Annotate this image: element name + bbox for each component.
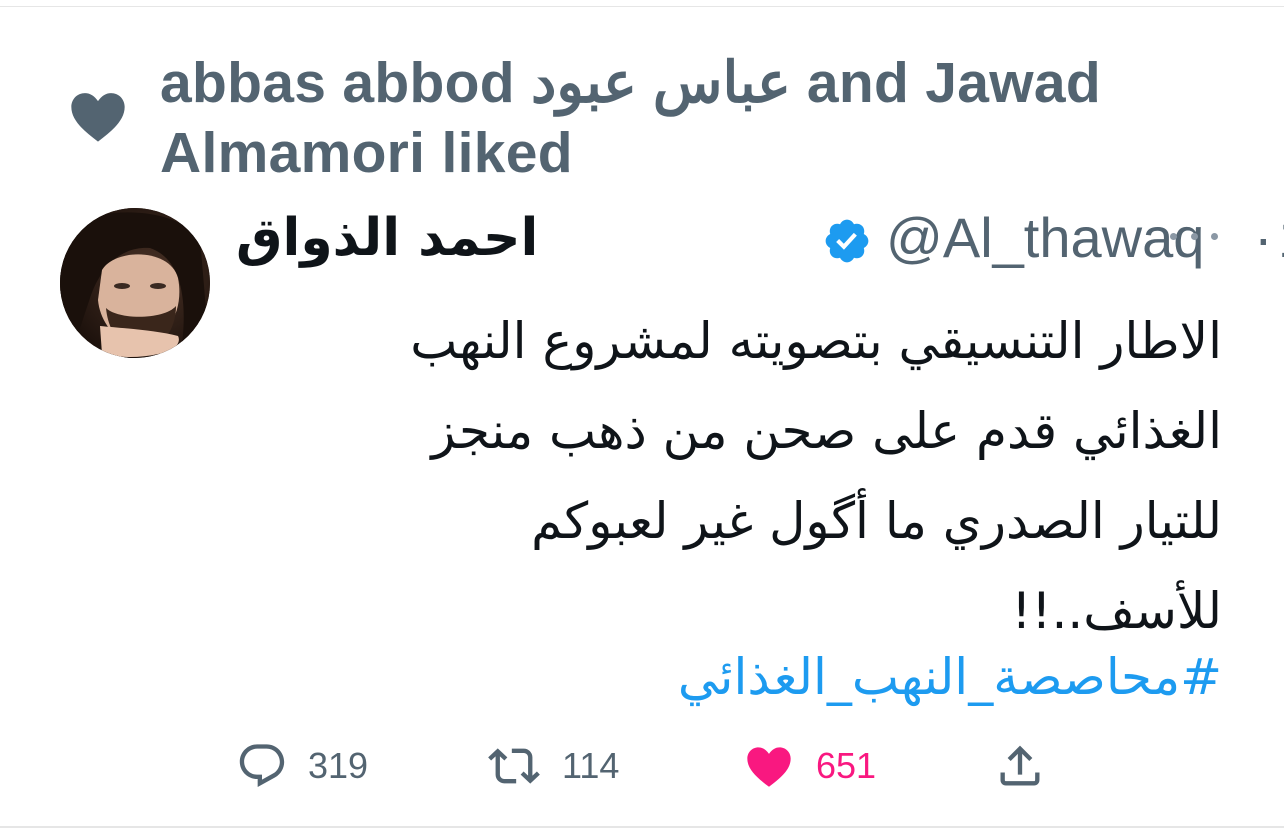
reply-button[interactable]: 319	[236, 736, 368, 796]
verified-badge-icon	[825, 219, 869, 263]
social-context-line-1: abbas abbod عباس عبود and Jawad	[160, 51, 1101, 115]
bottom-divider	[0, 826, 1284, 828]
social-context-line-2: Almamori liked	[160, 121, 573, 185]
tweet-text-line: الغذائي قدم على صحن من ذهب منجز	[431, 402, 1222, 460]
retweet-count: 114	[562, 745, 620, 786]
more-options-icon[interactable]	[1170, 224, 1218, 248]
top-divider	[0, 6, 1284, 7]
tweet-timestamp[interactable]: 1h	[1278, 200, 1284, 276]
author-handle[interactable]: @Al_thawaq	[886, 200, 1204, 276]
tweet-text-line: للتيار الصدري ما أگول غير لعبوكم	[531, 492, 1222, 550]
more-dot	[1190, 232, 1198, 240]
social-context-text[interactable]: abbas abbod عباس عبود and Jawad Almamori…	[160, 48, 1160, 188]
more-dot	[1170, 232, 1177, 240]
reply-count: 319	[308, 745, 369, 786]
hashtag-link[interactable]: #محاصصة_النهب_الغذائي	[236, 634, 1222, 720]
avatar-image	[60, 208, 210, 358]
share-icon	[1000, 745, 1040, 786]
reply-icon	[239, 744, 285, 787]
separator-dot: ·	[1254, 206, 1273, 269]
share-button[interactable]	[994, 736, 1046, 796]
avatar[interactable]	[60, 208, 210, 358]
author-name[interactable]: احمد الذواق	[236, 200, 538, 276]
tweet-header: احمد الذواق @Al_thawaq · 1h	[236, 200, 1284, 276]
like-button[interactable]: 651	[742, 736, 876, 796]
heart-icon	[71, 93, 125, 142]
retweet-icon	[488, 748, 540, 784]
heart-filled-icon	[747, 747, 791, 787]
tweet-text: الاطار التنسيقي بتصويته لمشروع النهب الغ…	[236, 296, 1222, 656]
tweet-text-line: الاطار التنسيقي بتصويته لمشروع النهب	[410, 312, 1222, 370]
retweet-button[interactable]: 114	[486, 736, 619, 796]
like-count: 651	[816, 745, 877, 786]
more-dot	[1211, 232, 1218, 240]
